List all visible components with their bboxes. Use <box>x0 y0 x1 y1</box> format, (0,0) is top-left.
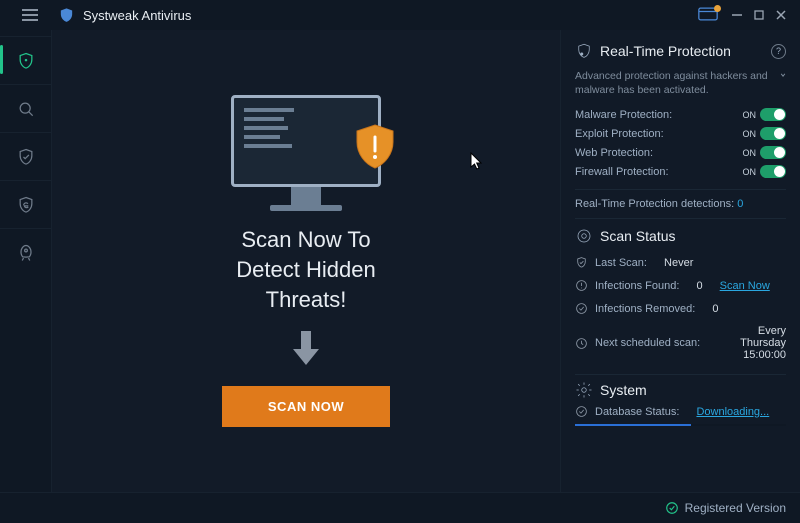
menu-button[interactable] <box>8 9 52 21</box>
gear-icon <box>575 381 593 399</box>
nav-browser[interactable] <box>0 180 52 226</box>
nav-search[interactable] <box>0 84 52 130</box>
maximize-button[interactable] <box>748 5 770 25</box>
app-title: Systweak Antivirus <box>83 8 191 23</box>
toggle-switch[interactable] <box>760 108 786 121</box>
right-panel: Real-Time Protection ? Advanced protecti… <box>560 30 800 492</box>
shell: Scan Now To Detect Hidden Threats! SCAN … <box>0 30 800 492</box>
next-scan-row: Next scheduled scan: Every Thursday 15:0… <box>575 325 786 361</box>
nav-protection[interactable] <box>0 132 52 178</box>
card-badge-icon[interactable] <box>698 7 720 23</box>
download-progress <box>575 424 786 426</box>
toggle-firewall: Firewall Protection:ON <box>575 165 786 178</box>
toggle-malware: Malware Protection:ON <box>575 108 786 121</box>
toggle-exploit: Exploit Protection:ON <box>575 127 786 140</box>
infections-found-row: Infections Found: 0 Scan Now <box>575 279 786 292</box>
minimize-button[interactable] <box>726 5 748 25</box>
arrow-down-icon <box>290 329 322 372</box>
footer: Registered Version <box>0 492 800 523</box>
main-area: Scan Now To Detect Hidden Threats! SCAN … <box>52 30 800 492</box>
toggle-switch[interactable] <box>760 165 786 178</box>
hero-headline: Scan Now To Detect Hidden Threats! <box>236 225 375 314</box>
titlebar: Systweak Antivirus <box>0 0 800 30</box>
nav-boost[interactable] <box>0 228 52 274</box>
scan-now-button[interactable]: SCAN NOW <box>222 386 390 427</box>
warning-shield-icon <box>353 123 397 173</box>
rtp-header: Real-Time Protection ? <box>575 42 786 60</box>
db-status-link[interactable]: Downloading... <box>696 406 769 418</box>
scan-status-header: Scan Status <box>575 227 786 245</box>
center-hero: Scan Now To Detect Hidden Threats! SCAN … <box>52 30 560 492</box>
sidebar <box>0 30 52 492</box>
shield-alert-icon <box>575 42 593 60</box>
nav-home-shield[interactable] <box>0 36 52 82</box>
last-scan-row: Last Scan: Never <box>575 256 786 269</box>
db-status-row: Database Status: Downloading... <box>575 405 786 418</box>
scan-icon <box>575 227 593 245</box>
toggle-web: Web Protection:ON <box>575 146 786 159</box>
rtp-description: Advanced protection against hackers and … <box>575 70 786 97</box>
infections-removed-row: Infections Removed: 0 <box>575 302 786 315</box>
brand-shield-icon <box>58 7 75 24</box>
chevron-down-icon[interactable] <box>780 70 786 80</box>
system-section: System Database Status: Downloading... <box>575 374 786 426</box>
monitor-illustration <box>231 95 381 211</box>
close-button[interactable] <box>770 5 792 25</box>
registered-label: Registered Version <box>685 501 786 515</box>
toggle-switch[interactable] <box>760 146 786 159</box>
rtp-detections: Real-Time Protection detections: 0 <box>575 198 786 210</box>
toggle-switch[interactable] <box>760 127 786 140</box>
scan-now-link[interactable]: Scan Now <box>720 280 770 292</box>
help-icon[interactable]: ? <box>771 44 786 59</box>
check-circle-icon <box>665 501 679 515</box>
